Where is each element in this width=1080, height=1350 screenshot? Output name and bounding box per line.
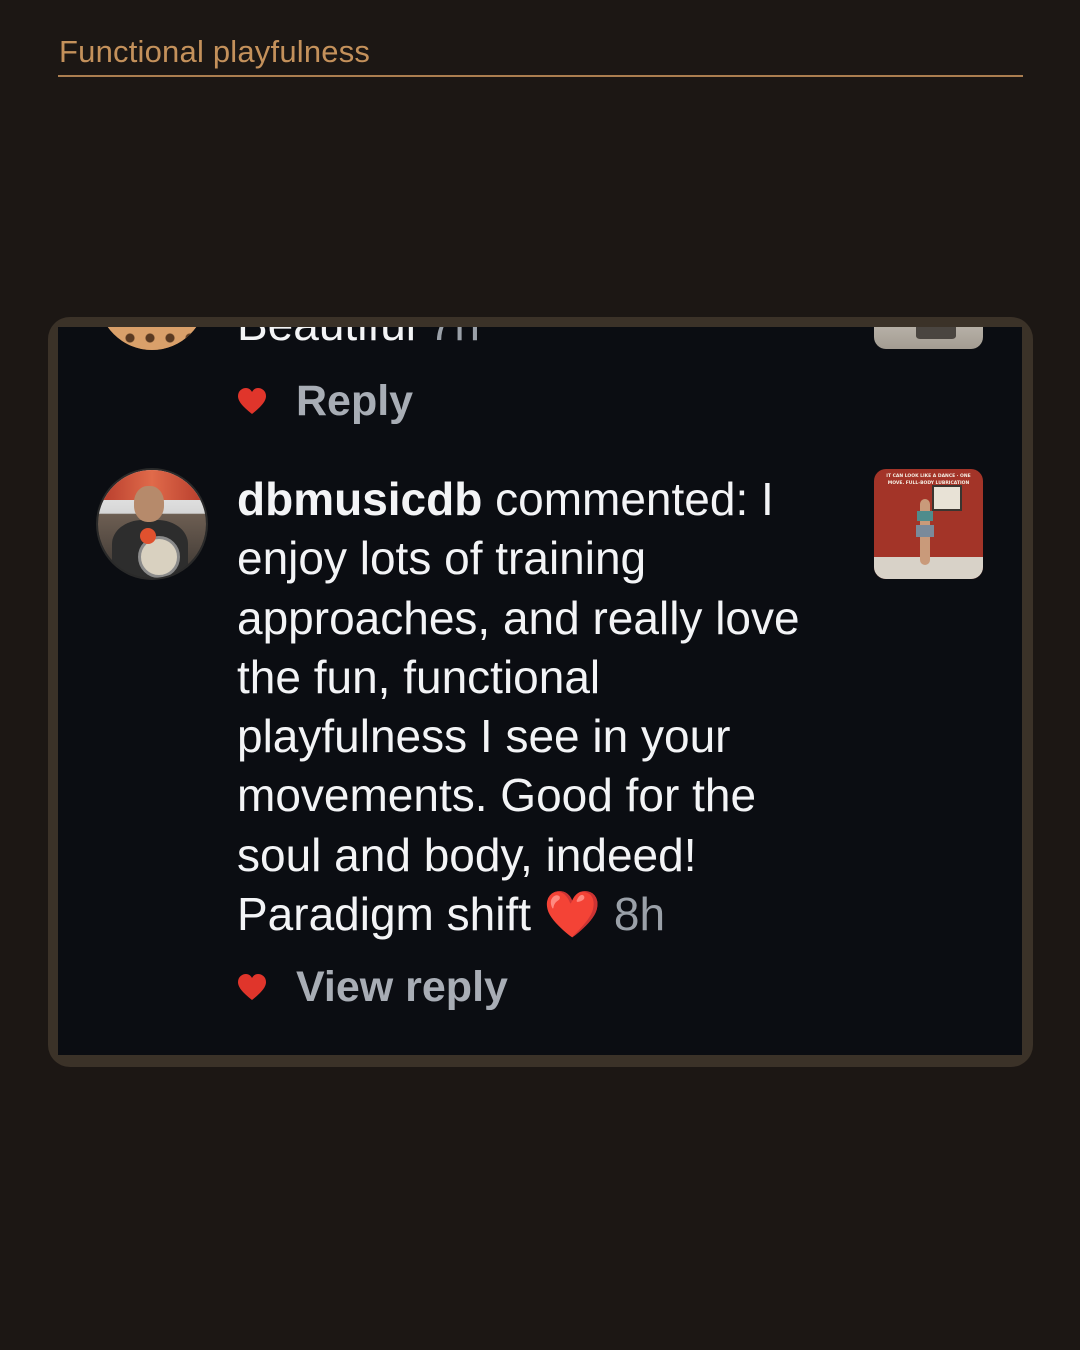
- previous-comment-text: Beautiful 7h: [237, 327, 480, 351]
- comment-username[interactable]: dbmusicdb: [237, 473, 482, 525]
- previous-comment-post-thumbnail[interactable]: [874, 327, 983, 349]
- avatar-pattern: [98, 327, 206, 350]
- previous-comment-body: Beautiful: [237, 327, 416, 350]
- title-underline: [58, 75, 1023, 77]
- heart-icon[interactable]: [236, 972, 268, 1004]
- thumbnail-person-top: [917, 511, 933, 521]
- page-title: Functional playfulness: [59, 34, 371, 69]
- thumbnail-poster: [932, 485, 962, 511]
- post-thumbnail[interactable]: IT CAN LOOK LIKE A DANCE · ONE MOVE. FUL…: [874, 469, 983, 579]
- comment-action: commented:: [482, 473, 762, 525]
- heart-emoji: ❤️: [543, 888, 602, 941]
- comment-time: 8h: [613, 888, 666, 941]
- view-reply-button[interactable]: View reply: [296, 963, 508, 1012]
- reply-button[interactable]: Reply: [296, 377, 413, 426]
- thumbnail-figure: [916, 327, 956, 339]
- previous-comment-avatar[interactable]: [98, 327, 206, 350]
- comment-actions: View reply: [236, 963, 508, 1012]
- comment-text: dbmusicdb commented: I enjoy lots of tra…: [237, 470, 837, 944]
- thumbnail-person-bottom: [916, 525, 934, 537]
- previous-comment-time: 7h: [429, 327, 480, 350]
- heart-icon[interactable]: [236, 386, 268, 418]
- avatar-head: [134, 486, 164, 522]
- previous-comment-actions: Reply: [236, 377, 413, 426]
- comment-body: I enjoy lots of training approaches, and…: [237, 473, 800, 941]
- avatar[interactable]: [98, 470, 206, 578]
- thumbnail-caption: IT CAN LOOK LIKE A DANCE · ONE MOVE. FUL…: [886, 474, 971, 486]
- avatar-shirt-logo: [140, 528, 156, 544]
- comment-screen: Beautiful 7h Reply dbmusicdb commented: …: [58, 327, 1022, 1055]
